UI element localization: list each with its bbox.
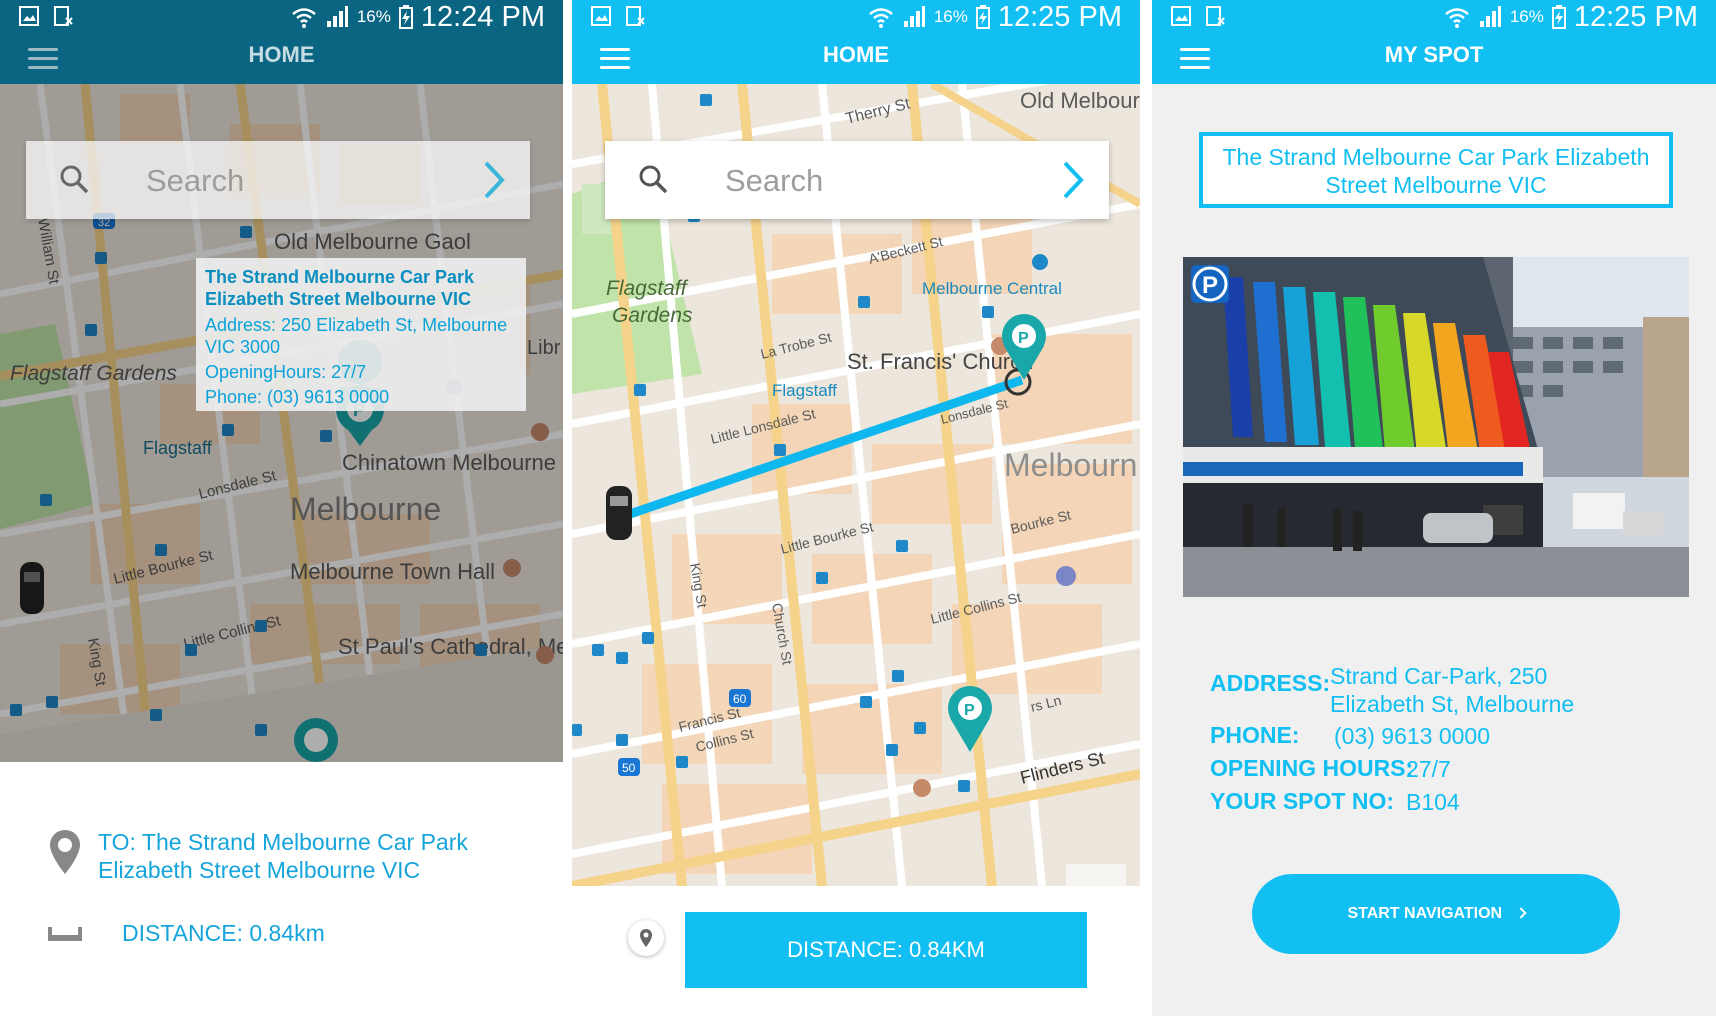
info-card-name: The Strand Melbourne Car Park Elizabeth … (205, 267, 475, 309)
wifi-icon (1445, 8, 1469, 28)
spot-name-box: The Strand Melbourne Car Park Elizabeth … (1199, 132, 1673, 208)
battery-charging-icon (975, 5, 990, 29)
search-icon (60, 165, 89, 194)
signal-icon (903, 6, 925, 27)
svg-text:P: P (1018, 330, 1029, 347)
opening-hours-label: OPENING HOURS: (1210, 755, 1414, 781)
distance-panel: DISTANCE: 0.84KM (572, 886, 1140, 1016)
map-label-flagstaff: Flagstaff (772, 381, 837, 400)
map-label-old-melbourne: Old Melbourn (1020, 88, 1140, 113)
map-label-st-pauls: St Paul's Cathedral, Melbourne (338, 634, 563, 659)
screenshot-notification-icon (54, 6, 73, 26)
my-location-button[interactable] (628, 920, 664, 956)
map-label-flagstaff-gardens-1: Flagstaff (606, 277, 689, 300)
status-bar: 16% 12:24 PM (0, 0, 563, 34)
chevron-right-icon (1514, 907, 1527, 919)
battery-charging-icon (398, 5, 413, 29)
map-label-melbourne: Melbourn (1004, 447, 1137, 483)
status-bar: 16% 12:25 PM (572, 0, 1140, 34)
my-spot-screen: 16% 12:25 PM MY SPOT The Strand Melbourn… (1152, 0, 1716, 1016)
address-label: ADDRESS: (1210, 670, 1331, 696)
map-label-flagstaff: Flagstaff (143, 438, 213, 458)
spot-number-label: YOUR SPOT NO: (1210, 788, 1395, 814)
app-bar: MY SPOT (1152, 34, 1716, 84)
wifi-icon (869, 8, 893, 28)
info-card-hours: OpeningHours: 27/7 (205, 362, 367, 382)
start-navigation-button[interactable]: START NAVIGATION (1252, 874, 1620, 954)
home-screen-route: 16% 12:25 PM HOME Old Melbourn Therry St… (572, 0, 1140, 1016)
map-label-melbourne: Melbourne (290, 491, 441, 527)
spot-number-value: B104 (1406, 789, 1460, 815)
phone-label: PHONE: (1210, 722, 1300, 748)
wifi-icon (292, 8, 316, 28)
svg-text:P: P (964, 702, 975, 719)
opening-hours-value: 27/7 (1406, 756, 1451, 782)
distance-text: DISTANCE: 0.84km (122, 920, 325, 946)
destination-panel: TO: The Strand Melbourne Car Park Elizab… (0, 762, 563, 1016)
location-pin-icon (640, 929, 652, 947)
distance-button[interactable]: DISTANCE: 0.84KM (685, 912, 1087, 988)
distance-ruler-icon (48, 926, 82, 941)
screenshot-notification-icon (626, 6, 645, 26)
location-pin-icon (50, 830, 80, 874)
map-label-gaol: Old Melbourne Gaol (274, 229, 471, 254)
clock: 12:24 PM (420, 0, 545, 33)
spot-details: ADDRESS: Strand Car-Park, 250 Elizabeth … (1210, 662, 1690, 821)
chevron-right-icon[interactable] (1059, 159, 1087, 201)
app-bar: HOME (572, 34, 1140, 84)
gallery-notification-icon (19, 6, 39, 26)
search-bar[interactable]: Search (26, 141, 530, 219)
clock: 12:25 PM (997, 0, 1122, 33)
search-input[interactable]: Search (146, 163, 244, 199)
battery-percent: 16% (933, 7, 968, 26)
battery-percent: 16% (1509, 7, 1544, 26)
route-badge-60: 60 (733, 692, 747, 706)
search-input[interactable]: Search (725, 163, 823, 199)
chevron-right-icon[interactable] (480, 159, 508, 201)
home-screen-dimmed: 16% 12:24 PM HOME Old Melbourne Gaol Fla… (0, 0, 563, 1016)
map-label-libr: Libr (527, 337, 561, 359)
info-card-address: Address: 250 Elizabeth St, Melbourne VIC… (205, 315, 508, 357)
signal-icon (1479, 6, 1501, 27)
destination-text: TO: The Strand Melbourne Car Park Elizab… (98, 829, 468, 883)
search-icon (639, 165, 668, 194)
page-title: MY SPOT (1384, 42, 1484, 67)
battery-charging-icon (1551, 5, 1566, 29)
map-label-chinatown: Chinatown Melbourne (342, 450, 556, 475)
battery-percent: 16% (356, 7, 391, 26)
screenshot-notification-icon (1206, 6, 1225, 26)
map-label-town-hall: Melbourne Town Hall (290, 559, 495, 584)
search-bar[interactable]: Search (605, 141, 1109, 219)
map-label-flagstaff-gardens-2: Gardens (612, 304, 693, 327)
page-title: HOME (248, 42, 315, 67)
clock: 12:25 PM (1573, 0, 1698, 33)
map-label-melbourne-central: Melbourne Central (922, 279, 1062, 298)
info-card-phone: Phone: (03) 9613 0000 (205, 387, 390, 407)
start-navigation-label: START NAVIGATION (1347, 905, 1503, 922)
status-bar: 16% 12:25 PM (1152, 0, 1716, 34)
parking-info-card[interactable]: The Strand Melbourne Car Park Elizabeth … (196, 258, 526, 411)
parking-sign: P (1202, 272, 1218, 299)
map-label-flagstaff-gardens: Flagstaff Gardens (10, 362, 177, 385)
page-title: HOME (823, 42, 889, 67)
car-park-photo: P (1183, 257, 1689, 597)
address-value: Strand Car-Park, 250 Elizabeth St, Melbo… (1330, 663, 1575, 717)
route-badge-50: 50 (622, 761, 636, 775)
signal-icon (326, 6, 348, 27)
gallery-notification-icon (591, 6, 611, 26)
app-bar: HOME (0, 34, 563, 84)
phone-value: (03) 9613 0000 (1334, 723, 1491, 749)
gallery-notification-icon (1171, 6, 1191, 26)
